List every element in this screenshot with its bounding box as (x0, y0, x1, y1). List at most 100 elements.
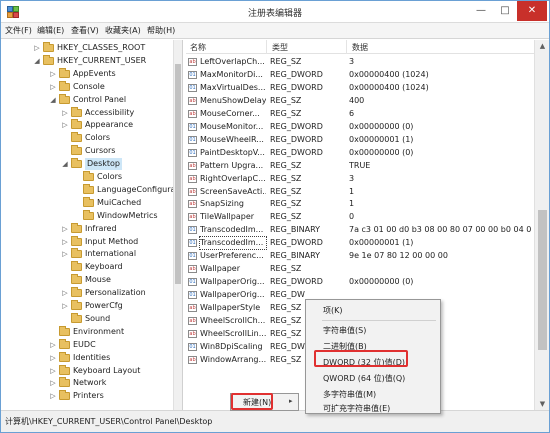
submenu-multi-string-value[interactable]: 多字符串值(M) (309, 388, 437, 402)
submenu-expandable-string-value[interactable]: 可扩充字符串值(E) (309, 404, 437, 414)
tree-node-label: Printers (73, 391, 104, 401)
folder-icon (59, 338, 70, 349)
expand-icon[interactable]: ▷ (49, 341, 57, 349)
folder-icon (59, 325, 70, 336)
maximize-button[interactable]: □ (493, 1, 517, 21)
value-row[interactable]: ab SnapSizing REG_SZ 1 (186, 197, 534, 210)
tree-node-label: Environment (73, 326, 125, 336)
menu-edit[interactable]: 编辑(E) (37, 25, 64, 36)
folder-icon (71, 132, 82, 143)
submenu-string-value[interactable]: 字符串值(S) (309, 324, 437, 338)
folder-icon (59, 93, 70, 104)
value-row[interactable]: 01 MaxVirtualDes... REG_DWORD 0x00000400 (1… (186, 81, 534, 94)
value-data: 0x00000001 (1) (349, 134, 414, 144)
expand-icon[interactable]: ▷ (61, 109, 69, 117)
binary-value-icon: 01 (188, 342, 197, 351)
value-row[interactable]: 01 UserPreferenc... REG_BINARY 9e 1e 07 80 … (186, 249, 534, 262)
value-row[interactable]: 01 MaxMonitorDi... REG_DWORD 0x00000400 (10… (186, 68, 534, 81)
value-row[interactable]: ab MouseCorner... REG_SZ 6 (186, 107, 534, 120)
value-data: 1 (349, 186, 355, 196)
folder-icon (71, 145, 82, 156)
expand-icon[interactable]: ▷ (61, 289, 69, 297)
column-header-type[interactable]: 类型 (272, 42, 288, 53)
value-row[interactable]: ab LeftOverlapCh... REG_SZ 3 (186, 55, 534, 68)
binary-value-icon: 01 (188, 239, 197, 248)
string-value-icon: ab (188, 317, 197, 325)
binary-value-icon: 01 (188, 83, 197, 92)
submenu-qword-value[interactable]: QWORD (64 位)值(Q) (309, 372, 437, 386)
column-divider[interactable] (346, 40, 347, 54)
tree-scrollbar-thumb[interactable] (175, 64, 181, 284)
value-type: REG_SZ (270, 57, 302, 66)
expand-icon[interactable]: ▷ (49, 70, 57, 78)
tree-node-label: Console (73, 81, 105, 91)
expand-icon[interactable]: ▷ (61, 238, 69, 246)
close-button[interactable]: ✕ (517, 1, 547, 21)
value-name: ScreenSaveActi... (200, 186, 266, 196)
expand-icon[interactable]: ▷ (49, 392, 57, 400)
value-row[interactable]: ab RightOverlapC... REG_SZ 3 (186, 172, 534, 185)
tree-node-label: Colors (97, 172, 123, 181)
menu-view[interactable]: 查看(V) (71, 25, 99, 36)
expand-icon[interactable]: ▷ (33, 44, 41, 52)
folder-icon (71, 261, 82, 272)
column-divider[interactable] (266, 40, 267, 54)
value-type: REG_DWORD (270, 69, 323, 79)
collapse-icon[interactable]: ◢ (61, 160, 69, 168)
value-row[interactable]: ab MenuShowDelay REG_SZ 400 (186, 94, 534, 107)
status-bar: 计算机\HKEY_CURRENT_USER\Control Panel\Desk… (1, 410, 549, 432)
expand-icon[interactable]: ▷ (49, 367, 57, 375)
expand-icon[interactable]: ▷ (61, 302, 69, 310)
folder-icon (59, 390, 70, 401)
status-path: 计算机\HKEY_CURRENT_USER\Control Panel\Desk… (5, 417, 213, 426)
scroll-up-icon[interactable]: ▲ (535, 40, 550, 52)
menu-help[interactable]: 帮助(H) (147, 25, 175, 36)
collapse-icon[interactable]: ◢ (49, 96, 57, 104)
values-scrollbar-thumb[interactable] (538, 210, 547, 350)
folder-icon (71, 119, 82, 130)
value-row[interactable]: ab ScreenSaveActi... REG_SZ 1 (186, 185, 534, 198)
expand-icon[interactable]: ▷ (49, 379, 57, 387)
value-row[interactable]: ab Pattern Upgra... REG_SZ TRUE (186, 159, 534, 172)
value-row[interactable]: ab TileWallpaper REG_SZ 0 (186, 210, 534, 223)
value-row[interactable]: 01 MouseWheelR... REG_DWORD 0x00000001 (1) (186, 133, 534, 146)
folder-icon (59, 377, 70, 388)
value-data: 0x00000000 (0) (349, 277, 414, 287)
value-data: 0x00000001 (1) (349, 238, 414, 248)
value-row[interactable]: 01 MouseMonitor... REG_DWORD 0x00000000 (0) (186, 120, 534, 133)
collapse-icon[interactable]: ◢ (33, 57, 41, 65)
column-header-data[interactable]: 数据 (352, 42, 368, 53)
value-row[interactable]: 01 PaintDesktopV... REG_DWORD 0x00000000 (0… (186, 146, 534, 159)
expand-icon[interactable]: ▷ (49, 83, 57, 91)
expand-icon[interactable]: ▷ (61, 121, 69, 129)
folder-icon (71, 235, 82, 246)
submenu-key[interactable]: 项(K) (309, 304, 437, 318)
value-row[interactable]: 01 TranscodedIm... REG_DWORD 0x00000001 (1) (186, 236, 534, 251)
scroll-down-icon[interactable]: ▼ (535, 398, 550, 410)
string-value-icon: ab (188, 174, 197, 183)
menu-favorites[interactable]: 收藏夹(A) (105, 25, 141, 36)
expand-icon[interactable]: ▷ (61, 250, 69, 258)
menu-file[interactable]: 文件(F) (5, 25, 32, 36)
value-row[interactable]: 01 TranscodedIm... REG_BINARY 7a c3 01 00 d… (186, 223, 534, 236)
expand-icon[interactable]: ▷ (49, 354, 57, 362)
value-name: TileWallpaper (200, 212, 255, 222)
expand-icon[interactable]: ▷ (61, 225, 69, 233)
string-value-icon: ab (188, 161, 197, 170)
title-bar[interactable]: 注册表编辑器 — □ ✕ (1, 1, 549, 23)
value-data: TRUE (349, 160, 371, 170)
value-row[interactable]: 01 WallpaperOrig... REG_DWORD 0x00000000 (0… (186, 275, 534, 288)
folder-icon (71, 300, 82, 310)
tree-node-label: HKEY_CURRENT_USER (57, 55, 147, 65)
values-scrollbar[interactable]: ▲ ▼ (534, 40, 549, 410)
column-header-name[interactable]: 名称 (190, 42, 206, 53)
registry-tree[interactable]: ▷ HKEY_CLASSES_ROOT ◢ HKEY_CURRENT_USER ▷ App… (1, 40, 173, 410)
submenu-arrow-icon: ▸ (289, 397, 293, 405)
minimize-button[interactable]: — (469, 1, 493, 21)
tree-scrollbar[interactable] (173, 40, 182, 410)
value-row[interactable]: ab Wallpaper REG_SZ (186, 262, 534, 275)
value-type: REG_DWORD (270, 238, 323, 248)
